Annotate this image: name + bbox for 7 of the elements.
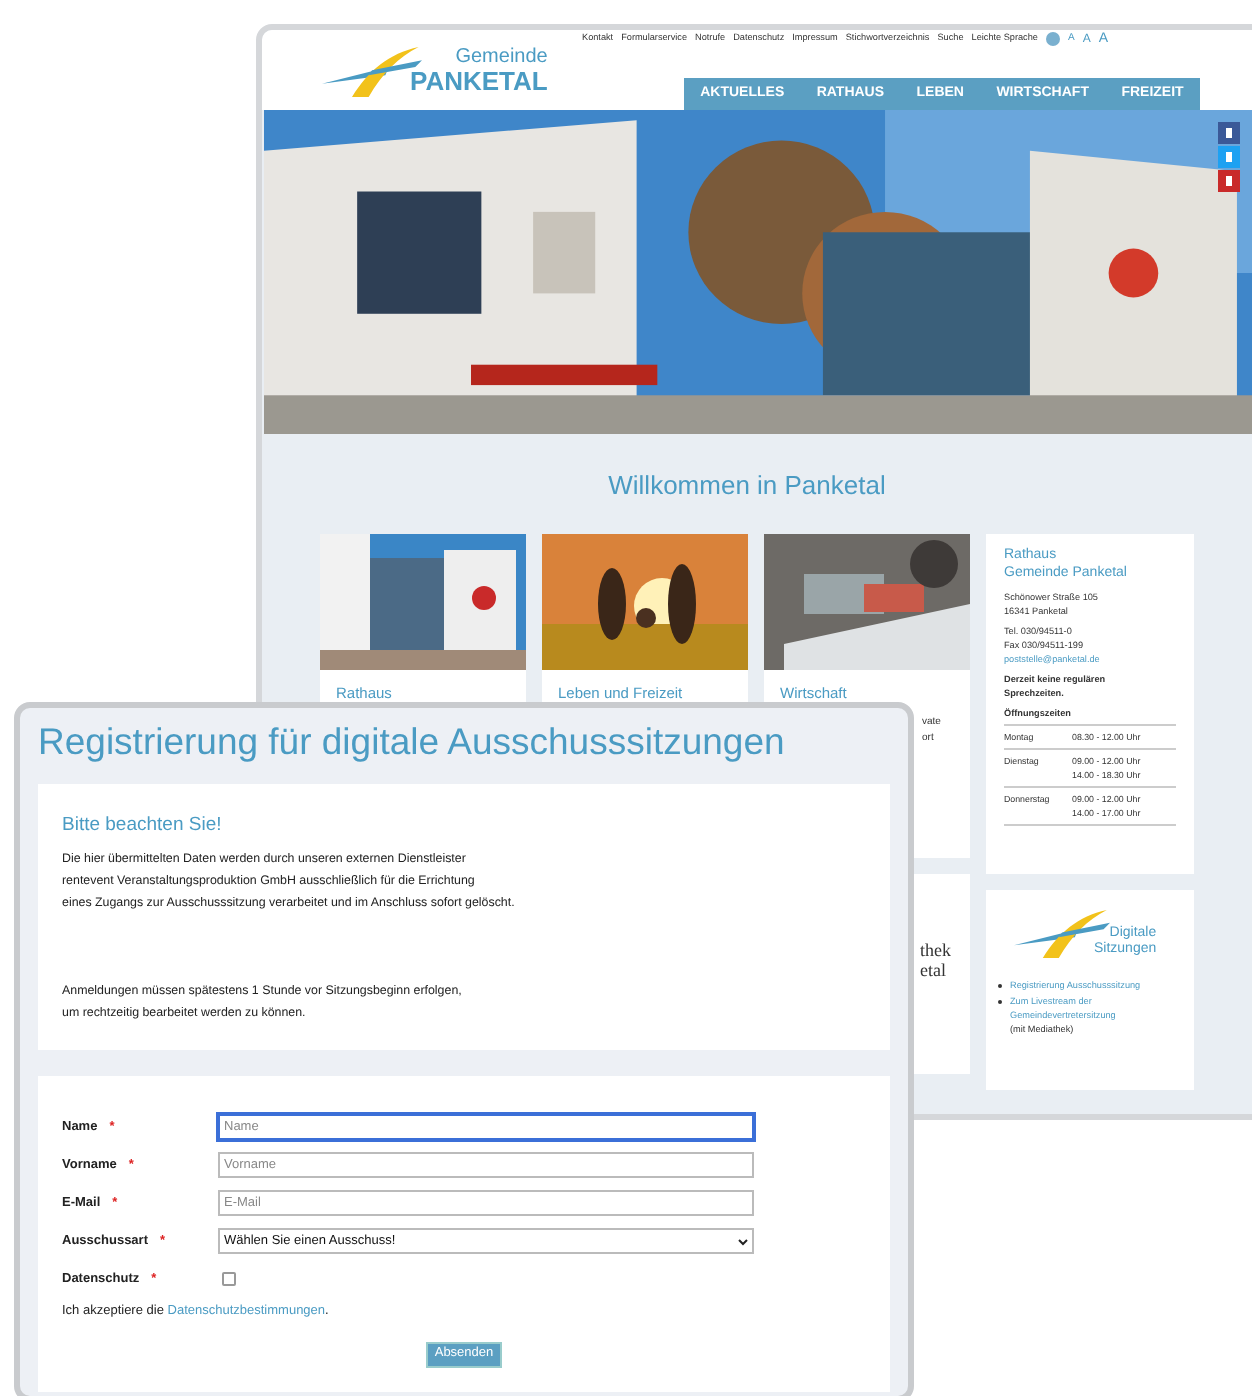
logo-text: Gemeinde bbox=[455, 48, 548, 68]
logo-text: thek etal bbox=[920, 939, 951, 979]
checkbox[interactable] bbox=[222, 1272, 236, 1286]
chevron-down-icon bbox=[738, 1237, 748, 1245]
logo-text: PANKETAL bbox=[410, 68, 548, 94]
welcome-heading: Willkommen in Panketal bbox=[606, 468, 888, 504]
notice-heading: Bitte beachten Sie! bbox=[62, 812, 224, 840]
